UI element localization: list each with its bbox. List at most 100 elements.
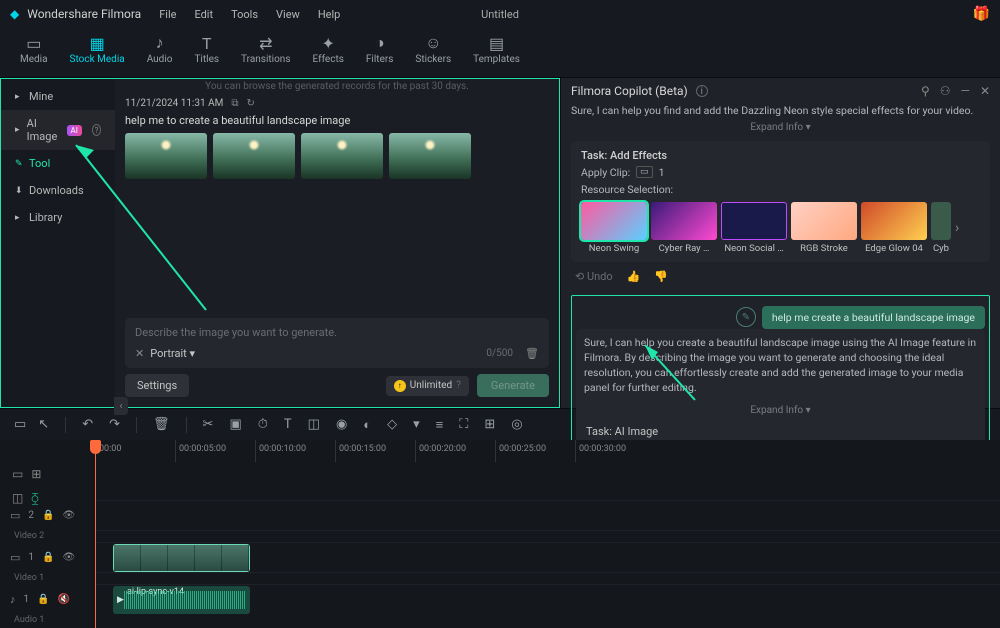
refresh-icon[interactable]: ↻ (246, 98, 254, 109)
video-clip[interactable]: ▶ lip-sync-v14 ✦ (113, 544, 250, 572)
track-v2[interactable] (95, 500, 1000, 530)
track-v1[interactable]: ▶ lip-sync-v14 ✦ (95, 542, 1000, 572)
sidebar-item-library[interactable]: ▸Library (1, 204, 115, 231)
close-icon[interactable]: ✕ (980, 84, 990, 98)
tl-opt1-icon[interactable]: ▭ (12, 467, 23, 481)
thumbs-down-icon[interactable]: 👎 (654, 270, 668, 283)
fx-next-icon[interactable]: › (955, 220, 959, 236)
undo-button[interactable]: ⟲ Undo (575, 270, 613, 283)
fx-neon-social[interactable]: Neon Social … (721, 202, 787, 254)
generated-thumb[interactable] (213, 133, 295, 179)
track-v2-label[interactable]: ▭2🔒👁 (0, 500, 95, 530)
tab-titles[interactable]: TTitles (194, 34, 219, 65)
tl-crop2-icon[interactable]: ◫ (308, 417, 320, 432)
tab-media[interactable]: ▭Media (20, 34, 48, 65)
ruler-tick[interactable]: 00:00 (95, 440, 175, 462)
menu-view[interactable]: View (276, 8, 300, 21)
user-icon[interactable]: ⚇ (940, 84, 951, 98)
eye-icon[interactable]: 👁 (62, 552, 75, 563)
lock-icon[interactable]: 🔒 (37, 594, 49, 605)
tl-tool-pointer[interactable]: ↖ (38, 417, 49, 432)
unlimited-badge[interactable]: ↑Unlimited? (386, 376, 469, 396)
ruler-tick[interactable]: 00:00:15:00 (335, 440, 415, 462)
tl-split-icon[interactable]: ✂ (203, 417, 214, 432)
ruler-tick[interactable]: 00:00:05:00 (175, 440, 255, 462)
menu-edit[interactable]: Edit (194, 8, 213, 21)
sidebar-item-ai-image[interactable]: ▸AI ImageAI? (1, 110, 115, 150)
tab-audio[interactable]: ♪Audio (147, 34, 173, 65)
info-icon[interactable]: ? (92, 124, 101, 136)
ruler-tick[interactable]: 00:00:25:00 (495, 440, 575, 462)
tl-redo-icon[interactable]: ↷ (109, 417, 120, 432)
tab-stickers[interactable]: ☺Stickers (415, 34, 451, 65)
app-name: Wondershare Filmora (27, 7, 141, 21)
tl-opt2-icon[interactable]: ⊞ (31, 467, 41, 481)
thumbs-up-icon[interactable]: 👍 (627, 270, 641, 283)
tl-track-icon[interactable]: ≡ (436, 417, 444, 433)
fx-more[interactable]: Cyb (931, 202, 951, 254)
menu-tools[interactable]: Tools (231, 8, 258, 21)
audio-clip[interactable]: ▶ ai-lip-sync-v14 (113, 586, 250, 614)
tl-color-icon[interactable]: ◐ (363, 417, 371, 433)
tl-keyframe-icon[interactable]: ◇ (387, 417, 397, 432)
ruler-tick[interactable]: 00:00:30:00 (575, 440, 655, 462)
generated-thumb[interactable] (301, 133, 383, 179)
tab-effects[interactable]: ✦Effects (313, 34, 344, 65)
lock-icon[interactable]: 🔒 (42, 552, 54, 563)
tab-templates[interactable]: ▤Templates (473, 34, 520, 65)
ruler-tick[interactable]: 00:00:20:00 (415, 440, 495, 462)
generated-thumb[interactable] (125, 133, 207, 179)
fx-rgb-stroke[interactable]: RGB Stroke (791, 202, 857, 254)
generated-thumb[interactable] (389, 133, 471, 179)
track-a1-label[interactable]: ♪1🔒🔇 (0, 584, 95, 614)
eye-icon[interactable]: 👁 (62, 510, 75, 521)
track-a1[interactable]: ▶ ai-lip-sync-v14 (95, 584, 1000, 614)
tl-group-icon[interactable]: ⊞ (484, 417, 495, 432)
mute-icon[interactable]: 🔇 (58, 594, 70, 605)
lock-icon[interactable]: 🔒 (42, 510, 54, 521)
tl-tool-select[interactable]: ▭ (14, 417, 26, 432)
audio-track-icon: ♪ (10, 593, 16, 606)
menu-help[interactable]: Help (318, 8, 341, 21)
expand-info-2[interactable]: Expand Info ▾ (576, 402, 985, 419)
playhead[interactable] (95, 440, 96, 628)
trash-icon[interactable]: 🗑 (525, 347, 539, 360)
video-track-icon: ▭ (10, 509, 20, 522)
tab-transitions[interactable]: ⇄Transitions (241, 34, 290, 65)
aspect-select[interactable]: Portrait ▾ (150, 347, 195, 360)
settings-button[interactable]: Settings (125, 374, 189, 397)
track-v1-label[interactable]: ▭1🔒👁 (0, 542, 95, 572)
collapse-icon[interactable]: ‹ (114, 397, 128, 415)
fx-neon-swing[interactable]: Neon Swing (581, 202, 647, 254)
tl-mask-icon[interactable]: ◎ (511, 417, 522, 432)
prompt-input[interactable]: Describe the image you want to generate. (135, 326, 539, 339)
pin-icon[interactable]: ⚲ (921, 84, 930, 98)
minimize-icon[interactable]: — (961, 84, 970, 98)
paste-icon[interactable]: ✎ (736, 307, 756, 327)
ruler-tick[interactable]: 00:00:10:00 (255, 440, 335, 462)
tl-mark-icon[interactable]: ▾ (413, 417, 420, 432)
aspect-icon[interactable]: ✕ (135, 347, 144, 360)
tl-speed-icon[interactable]: ⏱ (258, 417, 268, 432)
expand-info[interactable]: Expand Info ▾ (571, 119, 990, 136)
copilot-info-icon[interactable]: i (696, 85, 708, 97)
tl-undo-icon[interactable]: ↶ (82, 417, 93, 432)
menu-file[interactable]: File (159, 8, 176, 21)
copy-icon[interactable]: ⧉ (231, 98, 238, 109)
tab-filters[interactable]: ◑Filters (366, 34, 394, 65)
templates-icon: ▤ (489, 34, 504, 52)
generate-button[interactable]: Generate (477, 374, 549, 397)
sidebar-item-tool[interactable]: ✎Tool (1, 150, 115, 177)
tl-record-icon[interactable]: ◉ (336, 417, 347, 432)
tl-crop-icon[interactable]: ▣ (229, 417, 241, 432)
fx-edge-glow[interactable]: Edge Glow 04 (861, 202, 927, 254)
fx-cyber-ray[interactable]: Cyber Ray … (651, 202, 717, 254)
tl-expand-icon[interactable]: ⛶ (459, 417, 468, 432)
tab-stock-media[interactable]: ▦Stock Media (70, 34, 125, 65)
sidebar-item-downloads[interactable]: ⬇Downloads (1, 177, 115, 204)
tl-delete-icon[interactable]: 🗑 (153, 417, 170, 432)
gift-icon[interactable]: 🎁 (973, 6, 990, 22)
tl-text-icon[interactable]: T (284, 417, 292, 432)
sidebar-item-mine[interactable]: ▸Mine (1, 83, 115, 110)
app-logo-icon: ◆ (10, 7, 19, 21)
